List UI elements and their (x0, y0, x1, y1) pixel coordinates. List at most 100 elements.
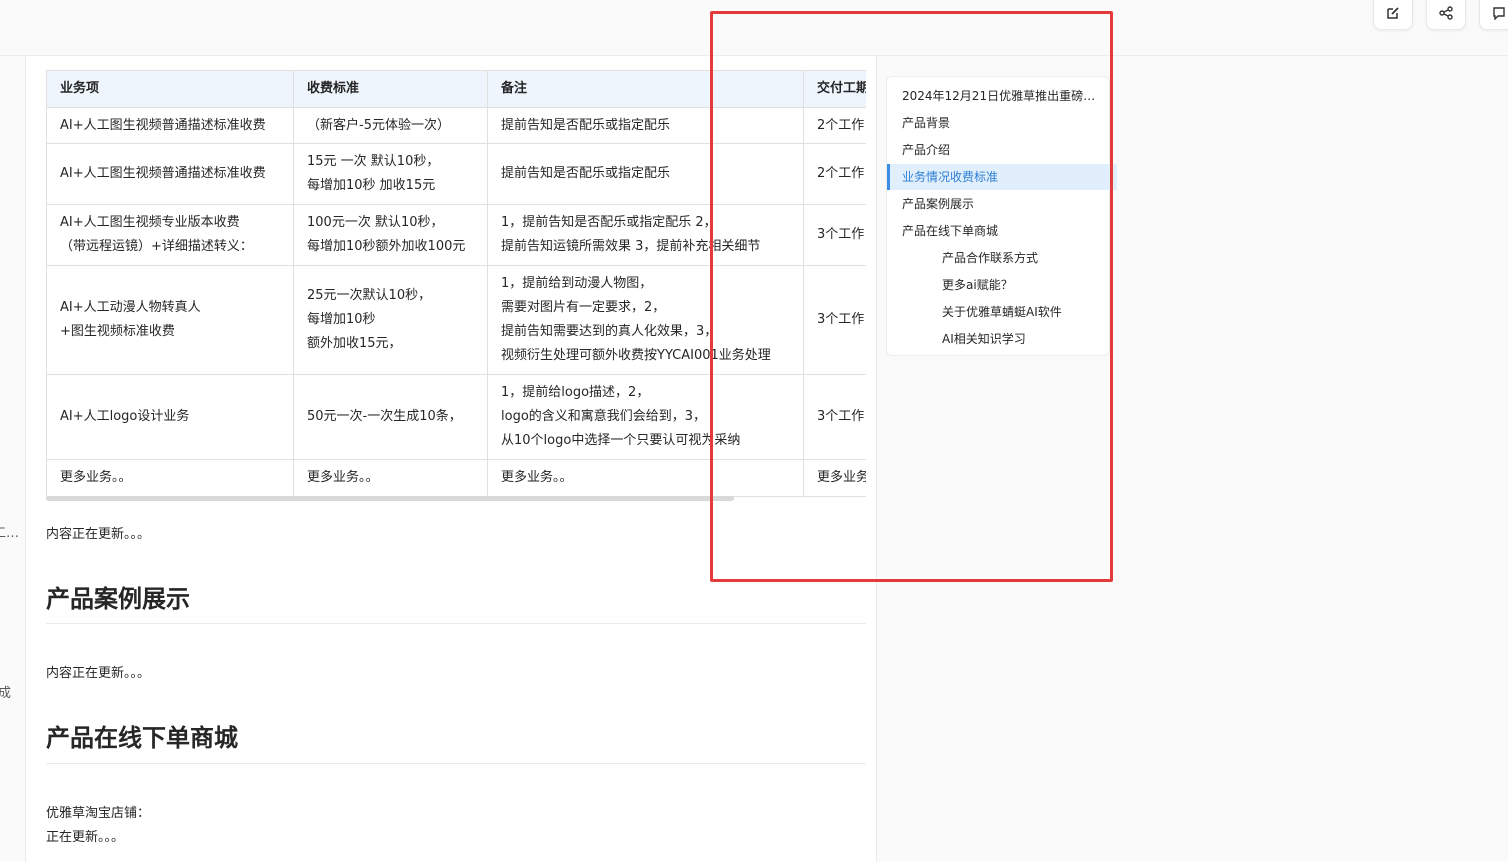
toc-item[interactable]: AI相关知识学习 (887, 326, 1109, 352)
divider (46, 623, 866, 624)
cell-line: AI+人工logo设计业务 (60, 409, 190, 424)
cell-line: 提前告知是否配乐或指定配乐 (501, 166, 671, 181)
table-header-cell: 业务项 (46, 70, 294, 108)
cell-line: 更多业务。。 (60, 470, 132, 485)
toc-item[interactable]: 产品合作联系方式 (887, 245, 1109, 271)
table-cell: 3个工作日 (803, 204, 866, 266)
document-content: 业务项 收费标准 备注 交付工期 AI+人工图生视频普通描述标准收费 （新客户-5… (26, 56, 876, 862)
toc-item[interactable]: 2024年12月21日优雅草推出重磅业… (887, 83, 1109, 109)
table-horizontal-scrollbar[interactable] (46, 496, 734, 501)
cell-line: 每增加10秒额外加收100元 (307, 239, 466, 254)
cell-line: 从10个logo中选择一个只要认可视为采纳 (501, 433, 741, 448)
cell-line: AI+人工动漫人物转真人 (60, 300, 201, 315)
cell-line: 每增加10秒 加收15元 (307, 178, 436, 193)
toc-item[interactable]: 产品在线下单商城 (887, 218, 1109, 244)
table-cell: 提前告知是否配乐或指定配乐 (487, 107, 804, 144)
table-row: AI+人工图生视频专业版本收费 （带远程运镜）+详细描述转义： 100元一次 默认1… (46, 204, 866, 266)
updating-text: 内容正在更新。。。 (46, 527, 151, 542)
toc-item[interactable]: 业务情况收费标准 (887, 164, 1117, 190)
cell-line: 更多业务。。 (307, 470, 379, 485)
cell-line: 3个工作日 (817, 312, 866, 327)
share-button[interactable] (1426, 0, 1466, 30)
table-row: AI+人工logo设计业务 50元一次-一次生成10条， 1，提前给logo描述，2… (46, 374, 866, 460)
pricing-table-container[interactable]: 业务项 收费标准 备注 交付工期 AI+人工图生视频普通描述标准收费 （新客户-5… (46, 70, 866, 502)
table-cell: AI+人工图生视频普通描述标准收费 (46, 143, 294, 205)
toc-item[interactable]: 关于优雅草蜻蜓AI软件 (887, 299, 1109, 325)
cell-line: 2个工作日 (817, 166, 866, 181)
table-header-cell: 备注 (487, 70, 804, 108)
toc-item[interactable]: 产品背景 (887, 110, 1109, 136)
table-row: 更多业务。。 更多业务。。 更多业务。。 更多业务。。 (46, 459, 866, 497)
edit-button[interactable] (1373, 0, 1413, 30)
left-sidebar-collapsed: 工… 成 (0, 56, 26, 862)
divider (46, 763, 866, 764)
cell-line: 3个工作日 (817, 409, 866, 424)
cell-line: 更多业务。。 (817, 470, 866, 485)
table-of-contents: 2024年12月21日优雅草推出重磅业… 产品背景 产品介绍 业务情况收费标准 产品案例… (886, 76, 1117, 356)
toc-item[interactable]: 更多ai赋能？ (887, 272, 1109, 298)
cell-line: 3个工作日 (817, 227, 866, 242)
table-cell: 3个工作日 (803, 265, 866, 375)
cell-line: 视频衍生处理可额外收费按YYCAI001业务处理 (501, 348, 771, 363)
comment-button[interactable] (1479, 0, 1508, 30)
table-body: AI+人工图生视频普通描述标准收费 （新客户-5元体验一次） 提前告知是否配乐或指定… (46, 107, 866, 497)
cell-line: 每增加10秒 (307, 312, 376, 327)
table-header-cell: 交付工期 (803, 70, 866, 108)
cell-line: （带远程运镜）+详细描述转义： (60, 239, 253, 254)
cell-line: logo的含义和寓意我们会给到，3， (501, 409, 707, 424)
table-cell: 更多业务。。 (46, 459, 294, 497)
edit-icon (1387, 7, 1399, 19)
table-header-row: 业务项 收费标准 备注 交付工期 (46, 70, 866, 108)
table-cell: AI+人工图生视频专业版本收费 （带远程运镜）+详细描述转义： (46, 204, 294, 266)
cell-line: 提前告知是否配乐或指定配乐 (501, 117, 671, 133)
table-cell: 更多业务。。 (293, 459, 488, 497)
table-cell: 2个工作日 (803, 107, 866, 144)
toc-item[interactable]: 产品介绍 (887, 137, 1109, 163)
table-cell: 2个工作日 (803, 143, 866, 205)
heading-product-cases: 产品案例展示 (46, 585, 190, 613)
table-cell: 15元 一次 默认10秒， 每增加10秒 加收15元 (293, 143, 488, 205)
table-cell: 1，提前给logo描述，2， logo的含义和寓意我们会给到，3， 从10个logo… (487, 374, 804, 460)
cell-line: 25元一次默认10秒， (307, 288, 432, 303)
cell-line: AI+人工图生视频普通描述标准收费 (60, 117, 266, 133)
pricing-table: 业务项 收费标准 备注 交付工期 AI+人工图生视频普通描述标准收费 （新客户-5… (46, 70, 866, 497)
cell-line: 2个工作日 (817, 117, 866, 133)
table-cell: AI+人工logo设计业务 (46, 374, 294, 460)
table-cell: （新客户-5元体验一次） (293, 107, 488, 144)
cell-line: AI+人工图生视频普通描述标准收费 (60, 166, 266, 181)
cell-line: 额外加收15元， (307, 336, 402, 351)
table-cell: 25元一次默认10秒， 每增加10秒额外加收15元， (293, 265, 488, 375)
left-sidebar-fragment[interactable]: 成 (0, 682, 11, 701)
table-cell: 3个工作日 (803, 374, 866, 460)
taobao-store-status: 正在更新。。。 (46, 830, 125, 845)
table-row: AI+人工图生视频普通描述标准收费 （新客户-5元体验一次） 提前告知是否配乐或指定… (46, 107, 866, 144)
table-cell: 50元一次-一次生成10条， (293, 374, 488, 460)
heading-online-mall: 产品在线下单商城 (46, 724, 238, 752)
cell-line: 提前告知需要达到的真人化效果，3， (501, 324, 718, 339)
toc-item[interactable]: 产品案例展示 (887, 191, 1109, 217)
table-cell: 更多业务。。 (803, 459, 866, 497)
cell-line: 1，提前给logo描述，2， (501, 385, 650, 400)
cell-line: 15元 一次 默认10秒， (307, 154, 440, 169)
table-cell: AI+人工图生视频普通描述标准收费 (46, 107, 294, 144)
updating-text: 内容正在更新。。。 (46, 666, 151, 681)
table-row: AI+人工图生视频普通描述标准收费 15元 一次 默认10秒， 每增加10秒 加收1… (46, 143, 866, 205)
cell-line: 提前告知运镜所需效果 3，提前补充相关细节 (501, 239, 761, 254)
top-toolbar (0, 0, 1508, 56)
cell-line: 100元一次 默认10秒， (307, 215, 444, 230)
table-row: AI+人工动漫人物转真人 +图生视频标准收费 25元一次默认10秒， 每增加10秒额外… (46, 265, 866, 375)
table-cell: 更多业务。。 (487, 459, 804, 497)
comment-icon (1493, 7, 1505, 20)
cell-line: 50元一次-一次生成10条， (307, 409, 462, 424)
cell-line: （新客户-5元体验一次） (307, 117, 450, 133)
taobao-store-label: 优雅草淘宝店铺： (46, 806, 151, 821)
table-cell: AI+人工动漫人物转真人 +图生视频标准收费 (46, 265, 294, 375)
left-sidebar-fragment[interactable]: 工… (0, 522, 19, 541)
cell-line: 1，提前给到动漫人物图， (501, 276, 653, 291)
cell-line: 需要对图片有一定要求，2， (501, 300, 666, 315)
share-icon (1439, 6, 1453, 20)
cell-line: 更多业务。。 (501, 470, 573, 485)
cell-line: AI+人工图生视频专业版本收费 (60, 215, 240, 230)
table-header-cell: 收费标准 (293, 70, 488, 108)
table-cell: 1，提前给到动漫人物图， 需要对图片有一定要求，2， 提前告知需要达到的真人化效果，… (487, 265, 804, 375)
